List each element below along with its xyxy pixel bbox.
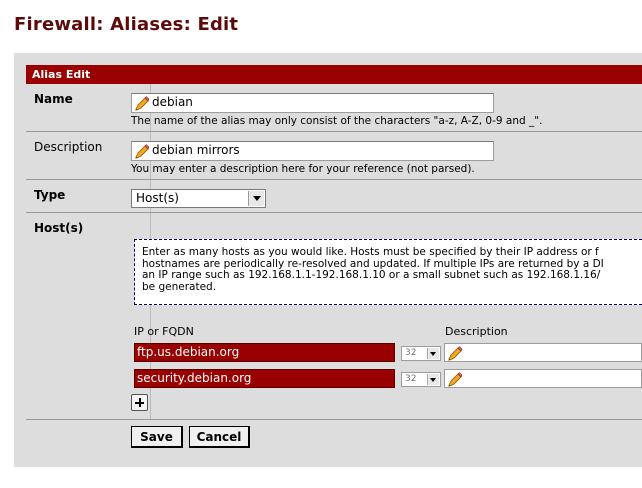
chevron-down-icon[interactable] [427,348,439,359]
section-header: Alias Edit [26,65,642,84]
subnet-mask-select[interactable]: 32 [401,372,441,387]
name-input[interactable]: debian [131,93,494,113]
info-line: be generated. [142,280,217,293]
subnet-mask-select[interactable]: 32 [401,346,441,361]
subnet-mask-value: 32 [405,374,417,384]
type-select[interactable]: Host(s) [131,189,266,208]
name-value: debian [152,95,193,109]
host-address-input[interactable]: ftp.us.debian.org [134,343,395,362]
pencil-icon [134,144,150,159]
host-address-value: security.debian.org [137,371,252,385]
type-row: Type [26,180,642,213]
host-address-input[interactable]: security.debian.org [134,369,395,388]
ip-column-header: IP or FQDN [134,325,194,338]
info-line: Enter as many hosts as you would like. H… [142,246,599,258]
type-selected-value: Host(s) [136,191,179,205]
pencil-icon [134,96,150,111]
page-title: Firewall: Aliases: Edit [14,14,239,35]
host-address-value: ftp.us.debian.org [137,345,240,359]
add-host-button[interactable] [131,394,148,411]
pencil-icon [447,346,463,361]
description-value: debian mirrors [152,143,240,157]
description-input[interactable]: debian mirrors [131,141,494,161]
host-description-input[interactable] [444,343,642,362]
name-hint: The name of the alias may only consist o… [131,115,543,127]
description-hint: You may enter a description here for you… [131,163,475,175]
info-line: an IP range such as 192.168.1.1-192.168.… [142,269,601,281]
host-description-input[interactable] [444,369,642,388]
hosts-label: Host(s) [34,221,84,235]
save-button[interactable]: Save [131,426,183,448]
type-label: Type [34,188,66,202]
description-label: Description [34,140,103,154]
subnet-mask-value: 32 [405,348,417,358]
description-column-header: Description [445,325,508,338]
chevron-down-icon[interactable] [427,374,439,385]
cancel-button[interactable]: Cancel [189,426,250,448]
chevron-down-icon[interactable] [248,191,264,206]
pencil-icon [447,372,463,387]
name-label: Name [34,92,73,106]
hosts-info-box: Enter as many hosts as you would like. H… [134,239,642,305]
